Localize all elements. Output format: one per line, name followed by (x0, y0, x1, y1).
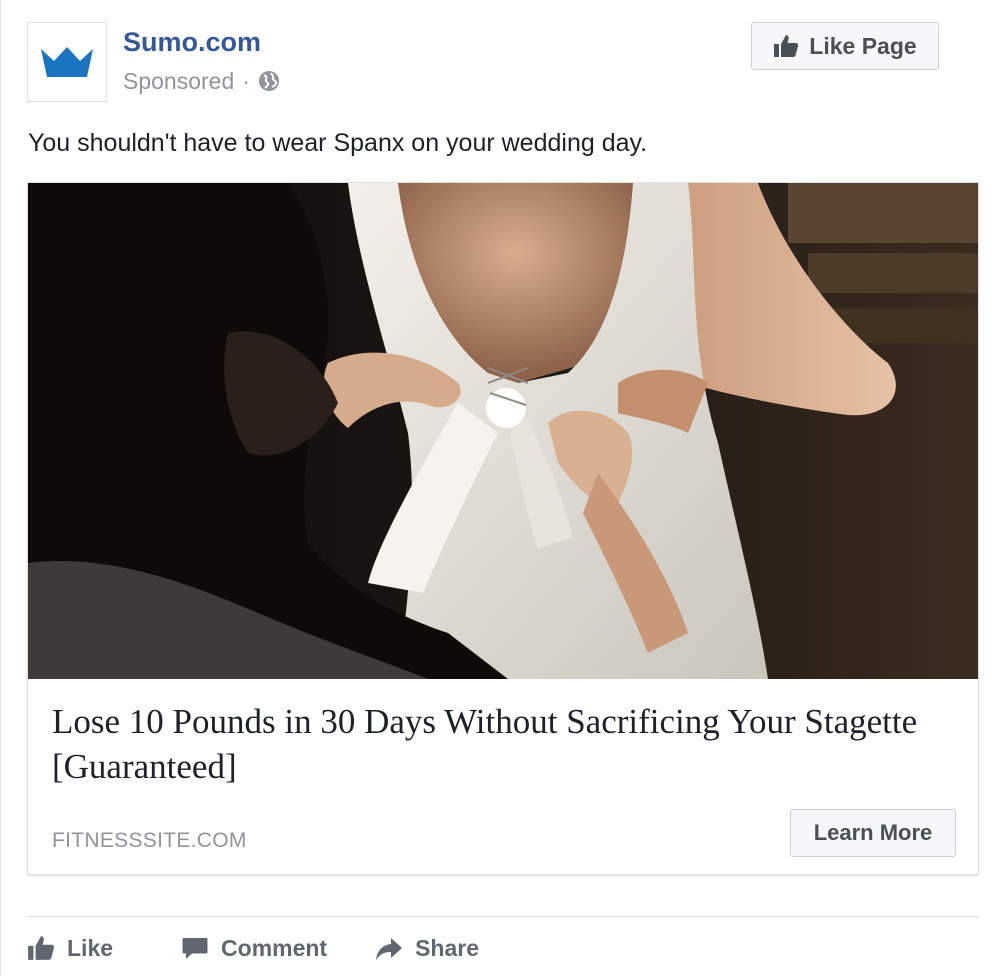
share-label: Share (415, 934, 480, 961)
page-name-link[interactable]: Sumo.com (123, 26, 261, 58)
link-preview-card[interactable]: Lose 10 Pounds in 30 Days Without Sacrif… (27, 182, 979, 875)
post-actions-bar: Like Comment Share (27, 928, 527, 968)
like-button[interactable]: Like (27, 934, 113, 962)
share-arrow-icon (376, 938, 403, 960)
learn-more-button[interactable]: Learn More (790, 809, 956, 857)
share-button[interactable]: Share (375, 934, 479, 962)
link-headline[interactable]: Lose 10 Pounds in 30 Days Without Sacrif… (52, 699, 952, 789)
sponsored-post: Sumo.com Sponsored · Like Page You shoul… (0, 0, 1002, 976)
globe-icon[interactable] (258, 70, 280, 92)
like-page-button[interactable]: Like Page (751, 22, 939, 70)
like-page-label: Like Page (809, 32, 917, 59)
post-meta: Sponsored · (123, 66, 280, 96)
crown-icon (41, 47, 93, 77)
ad-image[interactable] (28, 183, 978, 679)
comment-bubble-icon (182, 938, 208, 959)
like-label: Like (67, 934, 114, 961)
post-caption: You shouldn't have to wear Spanx on your… (28, 129, 648, 157)
meta-separator: · (242, 68, 250, 94)
thumbs-up-icon (28, 936, 55, 960)
thumbs-up-icon (774, 35, 799, 57)
link-domain: FITNESSSITE.COM (52, 829, 247, 852)
comment-button[interactable]: Comment (181, 934, 327, 962)
actions-divider (27, 916, 979, 917)
sponsored-label[interactable]: Sponsored (123, 66, 234, 96)
page-avatar[interactable] (27, 22, 107, 102)
comment-label: Comment (221, 934, 328, 961)
